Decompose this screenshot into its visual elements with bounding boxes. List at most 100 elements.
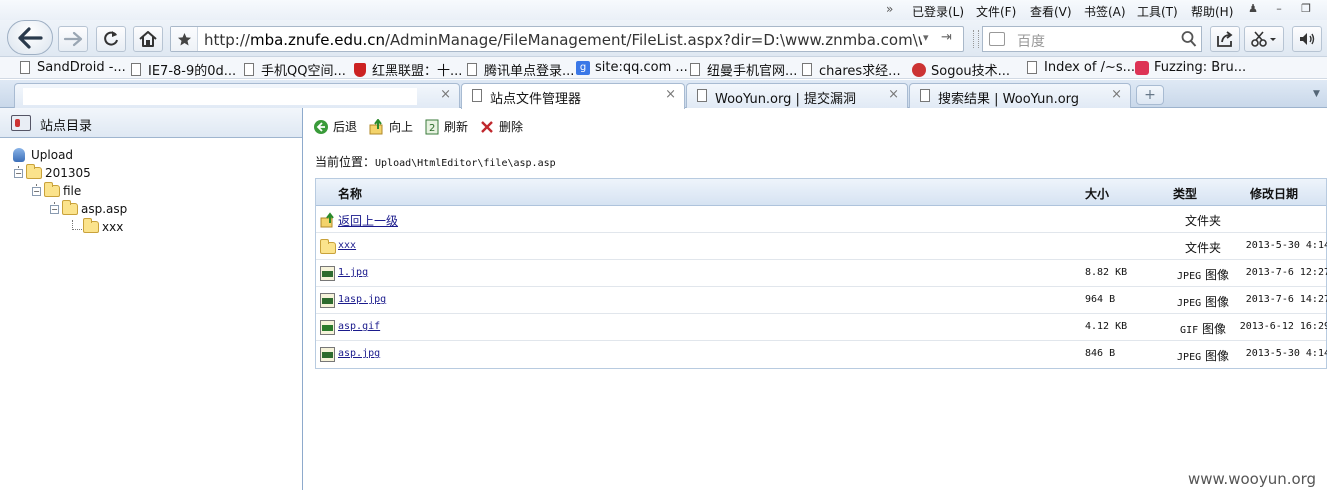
header-type[interactable]: 类型	[1173, 185, 1197, 202]
table-row[interactable]: asp.gif 4.12 KB GIF 图像 2013-6-12 16:29	[316, 314, 1327, 341]
menu-item-view[interactable]: 查看(V)	[1030, 3, 1072, 20]
plus-icon: +	[1144, 87, 1156, 103]
tree-node-asp-asp[interactable]: − asp.asp	[50, 200, 127, 216]
tree-node-label: file	[63, 184, 82, 198]
address-bar[interactable]: http://mba.znufe.edu.cn/AdminManage/File…	[170, 26, 964, 52]
collapse-icon[interactable]: −	[14, 168, 23, 178]
scissors-icon	[1251, 31, 1276, 47]
menu-overflow-chevron[interactable]: »	[886, 2, 893, 16]
header-modified[interactable]: 修改日期	[1250, 185, 1298, 202]
menu-item-bookmarks[interactable]: 书签(A)	[1084, 3, 1126, 20]
favorite-item[interactable]: g site:qq.com ...	[576, 60, 688, 75]
favorite-item[interactable]: SandDroid -...	[20, 60, 126, 75]
table-row[interactable]: xxx 文件夹 2013-5-30 4:14	[316, 233, 1327, 260]
search-icon[interactable]	[1181, 30, 1197, 48]
file-name-link[interactable]: xxx	[338, 240, 356, 251]
tab-file-manager[interactable]: 站点文件管理器 ×	[461, 83, 685, 109]
home-button[interactable]	[133, 26, 163, 52]
menu-item-help[interactable]: 帮助(H)	[1191, 3, 1233, 20]
file-name-link[interactable]: 1.jpg	[338, 267, 368, 278]
location-label: 当前位置：	[315, 155, 376, 169]
header-name[interactable]: 名称	[338, 185, 362, 202]
skin-icon[interactable]: ♟	[1245, 2, 1261, 16]
close-tab-icon[interactable]: ×	[440, 87, 451, 102]
tab-list-chevron-icon[interactable]: ▼	[1313, 89, 1320, 99]
gif-icon	[320, 320, 335, 338]
table-row[interactable]: 1asp.jpg 964 B JPEG 图像 2013-7-6 14:27	[316, 287, 1327, 314]
table-row[interactable]: asp.jpg 846 B JPEG 图像 2013-5-30 4:14	[316, 341, 1327, 368]
page-icon	[472, 89, 482, 102]
favorite-item[interactable]: chares求经...	[802, 60, 901, 79]
delete-tool-button[interactable]: 删除	[480, 118, 523, 135]
new-tab-button[interactable]: +	[1136, 85, 1164, 105]
favorite-item[interactable]: 纽曼手机官网...	[690, 60, 797, 79]
share-button[interactable]	[1210, 26, 1240, 52]
folder-icon	[320, 239, 339, 257]
favorite-label: site:qq.com ...	[595, 60, 688, 75]
file-type: 文件夹	[1167, 212, 1239, 229]
file-name-link[interactable]: 返回上一级	[338, 212, 398, 229]
tree-node-201305[interactable]: − 201305	[14, 164, 91, 180]
favorite-label: Index of /~s...	[1044, 60, 1136, 75]
file-type-code: JPEG	[1177, 271, 1202, 282]
minimize-icon[interactable]: –	[1271, 2, 1287, 16]
favorite-item[interactable]: Fuzzing: Bru...	[1135, 60, 1246, 75]
file-size: 4.12 KB	[1085, 321, 1128, 332]
tab-title: 搜索结果 | WooYun.org	[938, 92, 1080, 107]
tab-blank[interactable]: ×	[14, 83, 460, 108]
file-type-code: JPEG	[1177, 298, 1202, 309]
restore-icon[interactable]: ❐	[1298, 2, 1314, 16]
url-prefix: http://	[204, 31, 250, 49]
shield-icon	[354, 62, 366, 77]
file-type-code: GIF	[1180, 325, 1199, 336]
collapse-icon[interactable]: −	[50, 204, 59, 214]
screenshot-button[interactable]	[1244, 26, 1284, 52]
file-date: 2013-5-30 4:14	[1245, 240, 1327, 251]
delete-tool-label: 删除	[499, 120, 524, 134]
bookmark-star-icon[interactable]	[171, 27, 198, 51]
search-engine-icon[interactable]	[989, 32, 1005, 46]
favorite-item[interactable]: Sogou技术...	[912, 60, 1010, 79]
table-row[interactable]: 1.jpg 8.82 KB JPEG 图像 2013-7-6 12:27	[316, 260, 1327, 287]
volume-button[interactable]	[1292, 26, 1322, 52]
forward-button[interactable]	[58, 26, 88, 52]
favorite-item[interactable]: 手机QQ空间...	[244, 60, 346, 79]
back-button[interactable]	[7, 20, 53, 55]
favorite-item[interactable]: 红黑联盟：十...	[354, 60, 462, 79]
url-text[interactable]: http://mba.znufe.edu.cn/AdminManage/File…	[204, 31, 922, 49]
file-name-link[interactable]: asp.gif	[338, 321, 380, 332]
tree-node-xxx[interactable]: xxx	[83, 218, 123, 234]
tab-redacted-area	[23, 88, 417, 105]
collapse-icon[interactable]: −	[32, 186, 41, 196]
url-dropdown-icon[interactable]: ▾	[923, 31, 929, 44]
file-date: 2013-6-12 16:29	[1239, 321, 1327, 332]
refresh-tool-button[interactable]: 2 刷新	[425, 118, 468, 135]
close-tab-icon[interactable]: ×	[888, 87, 899, 102]
reload-button[interactable]	[96, 26, 126, 52]
favorite-item[interactable]: 腾讯单点登录...	[467, 60, 574, 79]
url-host: mba.znufe.edu.cn	[249, 31, 385, 49]
tree-node-file[interactable]: − file	[32, 182, 82, 198]
file-name-link[interactable]: asp.jpg	[338, 348, 380, 359]
google-icon: g	[576, 60, 590, 75]
tab-wooyun-search[interactable]: 搜索结果 | WooYun.org ×	[909, 83, 1131, 108]
go-arrow-icon[interactable]: ⇥	[941, 30, 952, 45]
close-tab-icon[interactable]: ×	[1111, 87, 1122, 102]
menu-item-file[interactable]: 文件(F)	[976, 3, 1016, 20]
tree-node-upload[interactable]: Upload	[13, 148, 73, 162]
favorite-item[interactable]: Index of /~s...	[1027, 60, 1135, 75]
back-tool-button[interactable]: 后退	[313, 118, 357, 135]
menu-item-login[interactable]: 已登录(L)	[912, 3, 964, 20]
file-name-link[interactable]: 1asp.jpg	[338, 294, 386, 305]
menu-item-tools[interactable]: 工具(T)	[1137, 3, 1178, 20]
tab-wooyun-submit[interactable]: WooYun.org | 提交漏洞 ×	[686, 83, 908, 108]
database-icon	[13, 148, 25, 162]
reload-icon	[104, 31, 118, 46]
favorite-item[interactable]: IE7-8-9的0d...	[131, 60, 236, 79]
close-tab-icon[interactable]: ×	[665, 87, 676, 102]
up-tool-button[interactable]: 向上	[369, 118, 413, 135]
search-input[interactable]: 百度	[982, 26, 1202, 52]
page-icon	[690, 63, 700, 76]
table-row[interactable]: 返回上一级 文件夹	[316, 206, 1326, 233]
header-size[interactable]: 大小	[1085, 185, 1109, 202]
